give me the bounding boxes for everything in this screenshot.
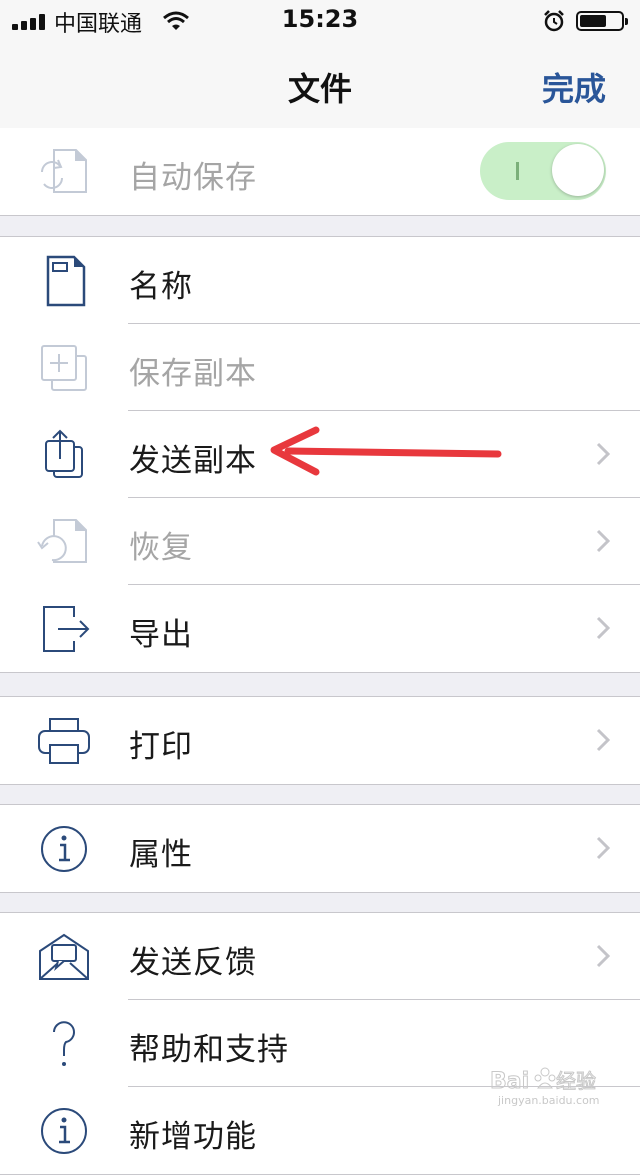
menu-item-label: 名称 bbox=[129, 269, 193, 305]
menu-item-properties[interactable]: 属性 bbox=[0, 805, 640, 892]
menu-item-label: 打印 bbox=[129, 729, 193, 765]
properties-section: 属性 bbox=[0, 804, 640, 893]
autosave-label: 自动保存 bbox=[129, 160, 257, 196]
menu-item-restore[interactable]: 恢复 bbox=[0, 498, 640, 585]
chevron-right-icon bbox=[596, 836, 610, 860]
status-bar: 中国联通 15:23 bbox=[0, 0, 640, 42]
autosave-icon bbox=[41, 149, 87, 193]
done-button[interactable]: 完成 bbox=[542, 64, 606, 110]
menu-item-label: 恢复 bbox=[129, 530, 193, 566]
menu-item-label: 发送反馈 bbox=[129, 945, 257, 981]
menu-item-name[interactable]: 名称 bbox=[0, 237, 640, 324]
printer-icon bbox=[38, 718, 90, 764]
menu-item-label: 属性 bbox=[129, 837, 193, 873]
menu-item-save-copy[interactable]: 保存副本 bbox=[0, 324, 640, 411]
export-icon bbox=[43, 606, 90, 652]
alarm-icon bbox=[544, 10, 564, 32]
menu-item-label: 帮助和支持 bbox=[129, 1032, 289, 1068]
autosave-toggle[interactable] bbox=[480, 142, 606, 200]
chevron-right-icon bbox=[596, 616, 610, 640]
autosave-section: 自动保存 bbox=[0, 128, 640, 216]
info-icon bbox=[41, 1108, 87, 1154]
menu-item-send-feedback[interactable]: 发送反馈 bbox=[0, 913, 640, 1000]
menu-item-label: 新增功能 bbox=[129, 1119, 257, 1155]
svg-text:jingyan.baidu.com: jingyan.baidu.com bbox=[497, 1094, 600, 1107]
document-icon bbox=[46, 255, 86, 307]
menu-item-export[interactable]: 导出 bbox=[0, 585, 640, 672]
print-section: 打印 bbox=[0, 696, 640, 785]
feedback-mail-icon bbox=[39, 933, 89, 980]
menu-item-label: 导出 bbox=[129, 617, 193, 653]
chevron-right-icon bbox=[596, 442, 610, 466]
chevron-right-icon bbox=[596, 529, 610, 553]
duplicate-icon bbox=[41, 345, 87, 391]
restore-icon bbox=[37, 519, 87, 563]
svg-text:经验: 经验 bbox=[556, 1069, 596, 1093]
help-icon bbox=[53, 1021, 75, 1066]
menu-item-label: 发送副本 bbox=[129, 443, 257, 479]
navigation-bar: 文件 完成 bbox=[0, 42, 640, 129]
annotation-arrow-icon bbox=[270, 426, 502, 476]
menu-item-label: 保存副本 bbox=[129, 356, 257, 392]
battery-icon bbox=[576, 11, 628, 31]
svg-text:Bai: Bai bbox=[490, 1069, 529, 1094]
chevron-right-icon bbox=[596, 944, 610, 968]
menu-item-print[interactable]: 打印 bbox=[0, 697, 640, 784]
chevron-right-icon bbox=[596, 728, 610, 752]
autosave-row: 自动保存 bbox=[0, 128, 640, 215]
baidu-watermark-logo: Bai 经验 jingyan.baidu.com bbox=[490, 1067, 600, 1107]
info-icon bbox=[41, 826, 87, 872]
share-icon bbox=[45, 429, 83, 478]
